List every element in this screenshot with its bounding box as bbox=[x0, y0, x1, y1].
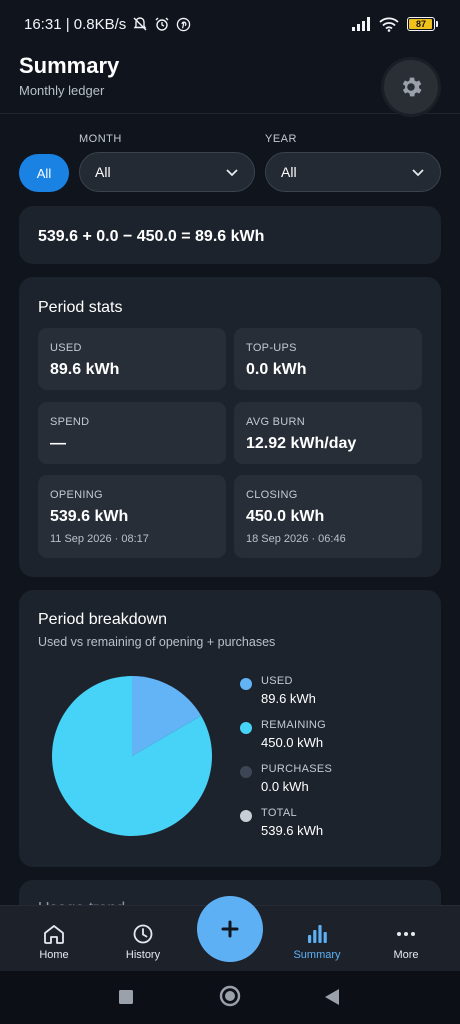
stat-spend: SPEND — bbox=[38, 402, 226, 464]
legend-dot bbox=[240, 766, 252, 778]
stat-label: CLOSING bbox=[246, 489, 298, 501]
stat-closing: CLOSING 450.0 kWh 18 Sep 2026 · 06:46 bbox=[234, 475, 422, 558]
stat-value: 450.0 kWh bbox=[246, 508, 325, 525]
nav-more[interactable]: More bbox=[366, 906, 446, 972]
nav-summary[interactable]: Summary bbox=[277, 906, 357, 972]
stat-label: AVG BURN bbox=[246, 416, 306, 428]
month-select[interactable]: All bbox=[79, 152, 255, 192]
chevron-down-icon bbox=[410, 164, 426, 180]
formula-card: 539.6 + 0.0 − 450.0 = 89.6 kWh bbox=[19, 206, 441, 264]
plus-icon bbox=[221, 920, 239, 938]
nav-label: Summary bbox=[293, 949, 341, 961]
period-stats-card: Period stats USED 89.6 kWh TOP-UPS 0.0 k… bbox=[19, 277, 441, 577]
legend-dot bbox=[240, 810, 252, 822]
stat-opening: OPENING 539.6 kWh 11 Sep 2026 · 08:17 bbox=[38, 475, 226, 558]
stat-avg-burn: AVG BURN 12.92 kWh/day bbox=[234, 402, 422, 464]
back-icon[interactable] bbox=[324, 988, 340, 1006]
stat-label: SPEND bbox=[50, 416, 90, 428]
recents-icon[interactable] bbox=[118, 989, 134, 1005]
home-circle-icon[interactable] bbox=[219, 985, 241, 1007]
bar-chart-icon bbox=[303, 920, 331, 948]
legend-value: 539.6 kWh bbox=[261, 823, 324, 838]
period-breakdown-card: Period breakdown Used vs remaining of op… bbox=[19, 590, 441, 867]
stat-value: — bbox=[50, 435, 66, 452]
month-select-value: All bbox=[95, 164, 111, 180]
nav-label: More bbox=[393, 949, 419, 961]
status-bar: 16:31 | 0.8KB/s 87 bbox=[0, 0, 460, 48]
stat-date: 18 Sep 2026 · 06:46 bbox=[246, 533, 346, 545]
year-select-value: All bbox=[281, 164, 297, 180]
nav-history[interactable]: History bbox=[103, 906, 183, 972]
stat-label: OPENING bbox=[50, 489, 103, 501]
battery-level: 87 bbox=[415, 19, 426, 29]
filter-row: All MONTH All YEAR All bbox=[19, 130, 441, 194]
more-icon bbox=[392, 920, 420, 948]
stat-date: 11 Sep 2026 · 08:17 bbox=[50, 533, 149, 545]
legend-value: 89.6 kWh bbox=[261, 691, 316, 706]
notification-muted-icon bbox=[132, 16, 148, 32]
app-header: Summary Monthly ledger bbox=[0, 48, 460, 114]
signal-icon bbox=[351, 17, 371, 31]
stat-value: 12.92 kWh/day bbox=[246, 435, 357, 452]
status-time-speed: 16:31 | 0.8KB/s bbox=[24, 15, 127, 33]
legend-label: PURCHASES bbox=[261, 763, 333, 775]
stat-label: USED bbox=[50, 342, 82, 354]
period-stats-title: Period stats bbox=[38, 299, 123, 316]
chevron-down-icon bbox=[224, 164, 240, 180]
legend-label: USED bbox=[261, 675, 293, 687]
nav-label: History bbox=[125, 949, 161, 961]
legend-value: 450.0 kWh bbox=[261, 735, 324, 750]
year-select[interactable]: All bbox=[265, 152, 441, 192]
stat-label: TOP-UPS bbox=[246, 342, 297, 354]
nav-label: Home bbox=[39, 949, 69, 961]
year-label: YEAR bbox=[265, 133, 297, 145]
balance-formula: 539.6 + 0.0 − 450.0 = 89.6 kWh bbox=[38, 228, 265, 245]
settings-button[interactable] bbox=[384, 60, 438, 114]
legend-label: REMAINING bbox=[261, 719, 327, 731]
stat-top-ups: TOP-UPS 0.0 kWh bbox=[234, 328, 422, 390]
all-filter-chip[interactable]: All bbox=[19, 154, 69, 192]
legend-dot bbox=[240, 722, 252, 734]
legend-dot bbox=[240, 678, 252, 690]
stat-value: 89.6 kWh bbox=[50, 361, 120, 378]
legend-value: 0.0 kWh bbox=[261, 779, 309, 794]
page-subtitle: Monthly ledger bbox=[19, 83, 105, 98]
breakdown-subtitle: Used vs remaining of opening + purchases bbox=[38, 635, 276, 649]
alarm-icon bbox=[154, 16, 170, 32]
breakdown-title: Period breakdown bbox=[38, 611, 167, 628]
history-icon bbox=[129, 920, 157, 948]
system-nav-bar bbox=[0, 971, 460, 1024]
stat-value: 539.6 kWh bbox=[50, 508, 129, 525]
add-entry-button[interactable] bbox=[197, 896, 263, 962]
pinterest-icon bbox=[176, 17, 191, 32]
breakdown-pie-chart bbox=[51, 676, 212, 836]
battery-icon: 87 bbox=[407, 17, 438, 31]
legend-label: TOTAL bbox=[261, 807, 297, 819]
page-title: Summary bbox=[19, 53, 120, 78]
nav-home[interactable]: Home bbox=[14, 906, 94, 972]
stat-value: 0.0 kWh bbox=[246, 361, 307, 378]
home-icon bbox=[40, 920, 68, 948]
month-label: MONTH bbox=[79, 133, 122, 145]
gear-icon bbox=[398, 74, 424, 100]
wifi-icon bbox=[379, 17, 399, 32]
stat-used: USED 89.6 kWh bbox=[38, 328, 226, 390]
